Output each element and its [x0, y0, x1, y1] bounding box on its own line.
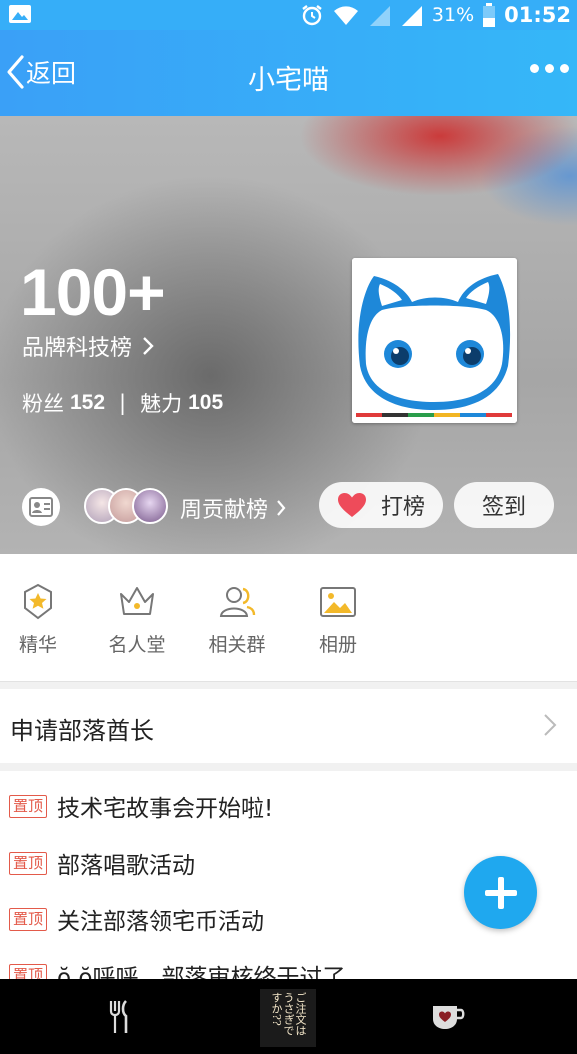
- checkin-button-label: 签到: [481, 495, 526, 520]
- list-item[interactable]: 置顶 技术宅故事会开始啦!: [9, 789, 273, 823]
- new-post-button[interactable]: [464, 856, 537, 929]
- pinned-badge: 置顶: [9, 794, 48, 818]
- cat-logo-icon: [352, 258, 517, 423]
- id-card-icon: [29, 497, 53, 517]
- signal-icon: [401, 6, 422, 26]
- app-logo-text: ご注文はうさぎですか??: [270, 992, 306, 1036]
- pinned-badge: 置顶: [9, 907, 48, 931]
- section-divider: [0, 763, 577, 771]
- list-item[interactable]: 置顶 ŏ ŏ呼呼，部落审核终于过了。: [9, 958, 368, 979]
- more-menu-button[interactable]: [530, 64, 569, 73]
- rank-button[interactable]: 打榜: [319, 482, 443, 528]
- post-title: 关注部落领宅币活动: [57, 909, 265, 935]
- menu-item-album[interactable]: 相册: [300, 582, 376, 657]
- battery-icon: [483, 3, 496, 27]
- menu-item-label: 名人堂: [108, 634, 166, 656]
- weekly-contribution-label: 周贡献榜: [180, 498, 269, 523]
- avatar: [132, 488, 168, 524]
- tribe-stats: 粉丝 152 | 魅力 105: [22, 388, 223, 418]
- fans-label: 粉丝: [22, 392, 64, 416]
- list-item[interactable]: 置顶 部落唱歌活动: [9, 846, 195, 880]
- list-item[interactable]: 置顶 关注部落领宅币活动: [9, 902, 264, 936]
- more-dot-icon: [530, 64, 539, 73]
- image-icon: [9, 5, 31, 23]
- post-title: 技术宅故事会开始啦!: [57, 796, 274, 822]
- charm-label: 魅力: [140, 392, 183, 416]
- rank-button-label: 打榜: [380, 495, 425, 520]
- title-bar: 返回 小宅喵: [0, 30, 577, 116]
- chevron-right-icon: [277, 500, 286, 516]
- quick-menu: 精华 名人堂 相关群 相册: [0, 554, 577, 681]
- rank-number: 100+: [20, 255, 166, 329]
- battery-percent: 31%: [431, 4, 475, 26]
- chevron-right-icon: [544, 714, 557, 736]
- menu-item-hall-of-fame[interactable]: 名人堂: [99, 582, 175, 657]
- post-title: 部落唱歌活动: [57, 853, 196, 879]
- coffee-cup-heart-icon: [433, 1005, 465, 1029]
- pinned-badge: 置顶: [9, 963, 48, 979]
- rank-list-name: 品牌科技榜: [22, 336, 133, 361]
- menu-item-featured[interactable]: 精华: [0, 582, 76, 657]
- stats-separator: |: [119, 391, 127, 415]
- more-dot-icon: [545, 64, 554, 73]
- clock: 01:52: [504, 3, 571, 27]
- checkin-button[interactable]: 签到: [454, 482, 554, 528]
- group-icon: [219, 587, 256, 617]
- ribbon-star-icon: [24, 583, 52, 620]
- post-title: ŏ ŏ呼呼，部落审核终于过了。: [57, 965, 369, 979]
- hero-action-row: 周贡献榜 打榜 签到: [0, 482, 577, 532]
- charm-count: 105: [188, 391, 224, 414]
- crown-icon: [120, 587, 154, 615]
- heart-icon: [337, 493, 366, 517]
- wifi-icon: [333, 6, 358, 25]
- apply-chief-label: 申请部落酋长: [10, 717, 154, 745]
- more-dot-icon: [560, 64, 569, 73]
- top-contributor-avatars[interactable]: [84, 488, 168, 526]
- member-card-button[interactable]: [22, 488, 60, 526]
- plus-icon: [484, 876, 517, 909]
- chevron-right-icon: [143, 337, 154, 355]
- menu-item-label: 相关群: [208, 634, 266, 656]
- page-title: 小宅喵: [248, 65, 329, 96]
- pinned-badge: 置顶: [9, 851, 48, 875]
- tribe-avatar[interactable]: [352, 258, 517, 423]
- alarm-icon: [302, 5, 322, 26]
- weekly-contribution-link[interactable]: 周贡献榜: [180, 492, 286, 524]
- tribe-hero-banner: 100+ 品牌科技榜 粉丝 152 | 魅力 105 周贡献榜 打榜 签到: [0, 116, 577, 554]
- menu-item-label: 精华: [18, 634, 57, 656]
- picture-icon: [320, 587, 356, 617]
- fork-knife-icon: [109, 999, 128, 1033]
- fans-count: 152: [70, 391, 106, 414]
- menu-item-related-groups[interactable]: 相关群: [199, 582, 275, 657]
- status-bar: 31% 01:52: [0, 0, 577, 30]
- nav-dining-button[interactable]: [90, 979, 150, 1054]
- signal-icon: [369, 6, 390, 26]
- rank-list-link[interactable]: 品牌科技榜: [22, 330, 154, 362]
- apply-chief-row[interactable]: 申请部落酋长: [0, 689, 577, 763]
- section-divider: [0, 681, 577, 689]
- bottom-nav-bar: ご注文はうさぎですか??: [0, 979, 577, 1054]
- app-logo[interactable]: ご注文はうさぎですか??: [260, 989, 316, 1047]
- menu-item-label: 相册: [318, 634, 357, 656]
- nav-cafe-button[interactable]: [418, 979, 478, 1054]
